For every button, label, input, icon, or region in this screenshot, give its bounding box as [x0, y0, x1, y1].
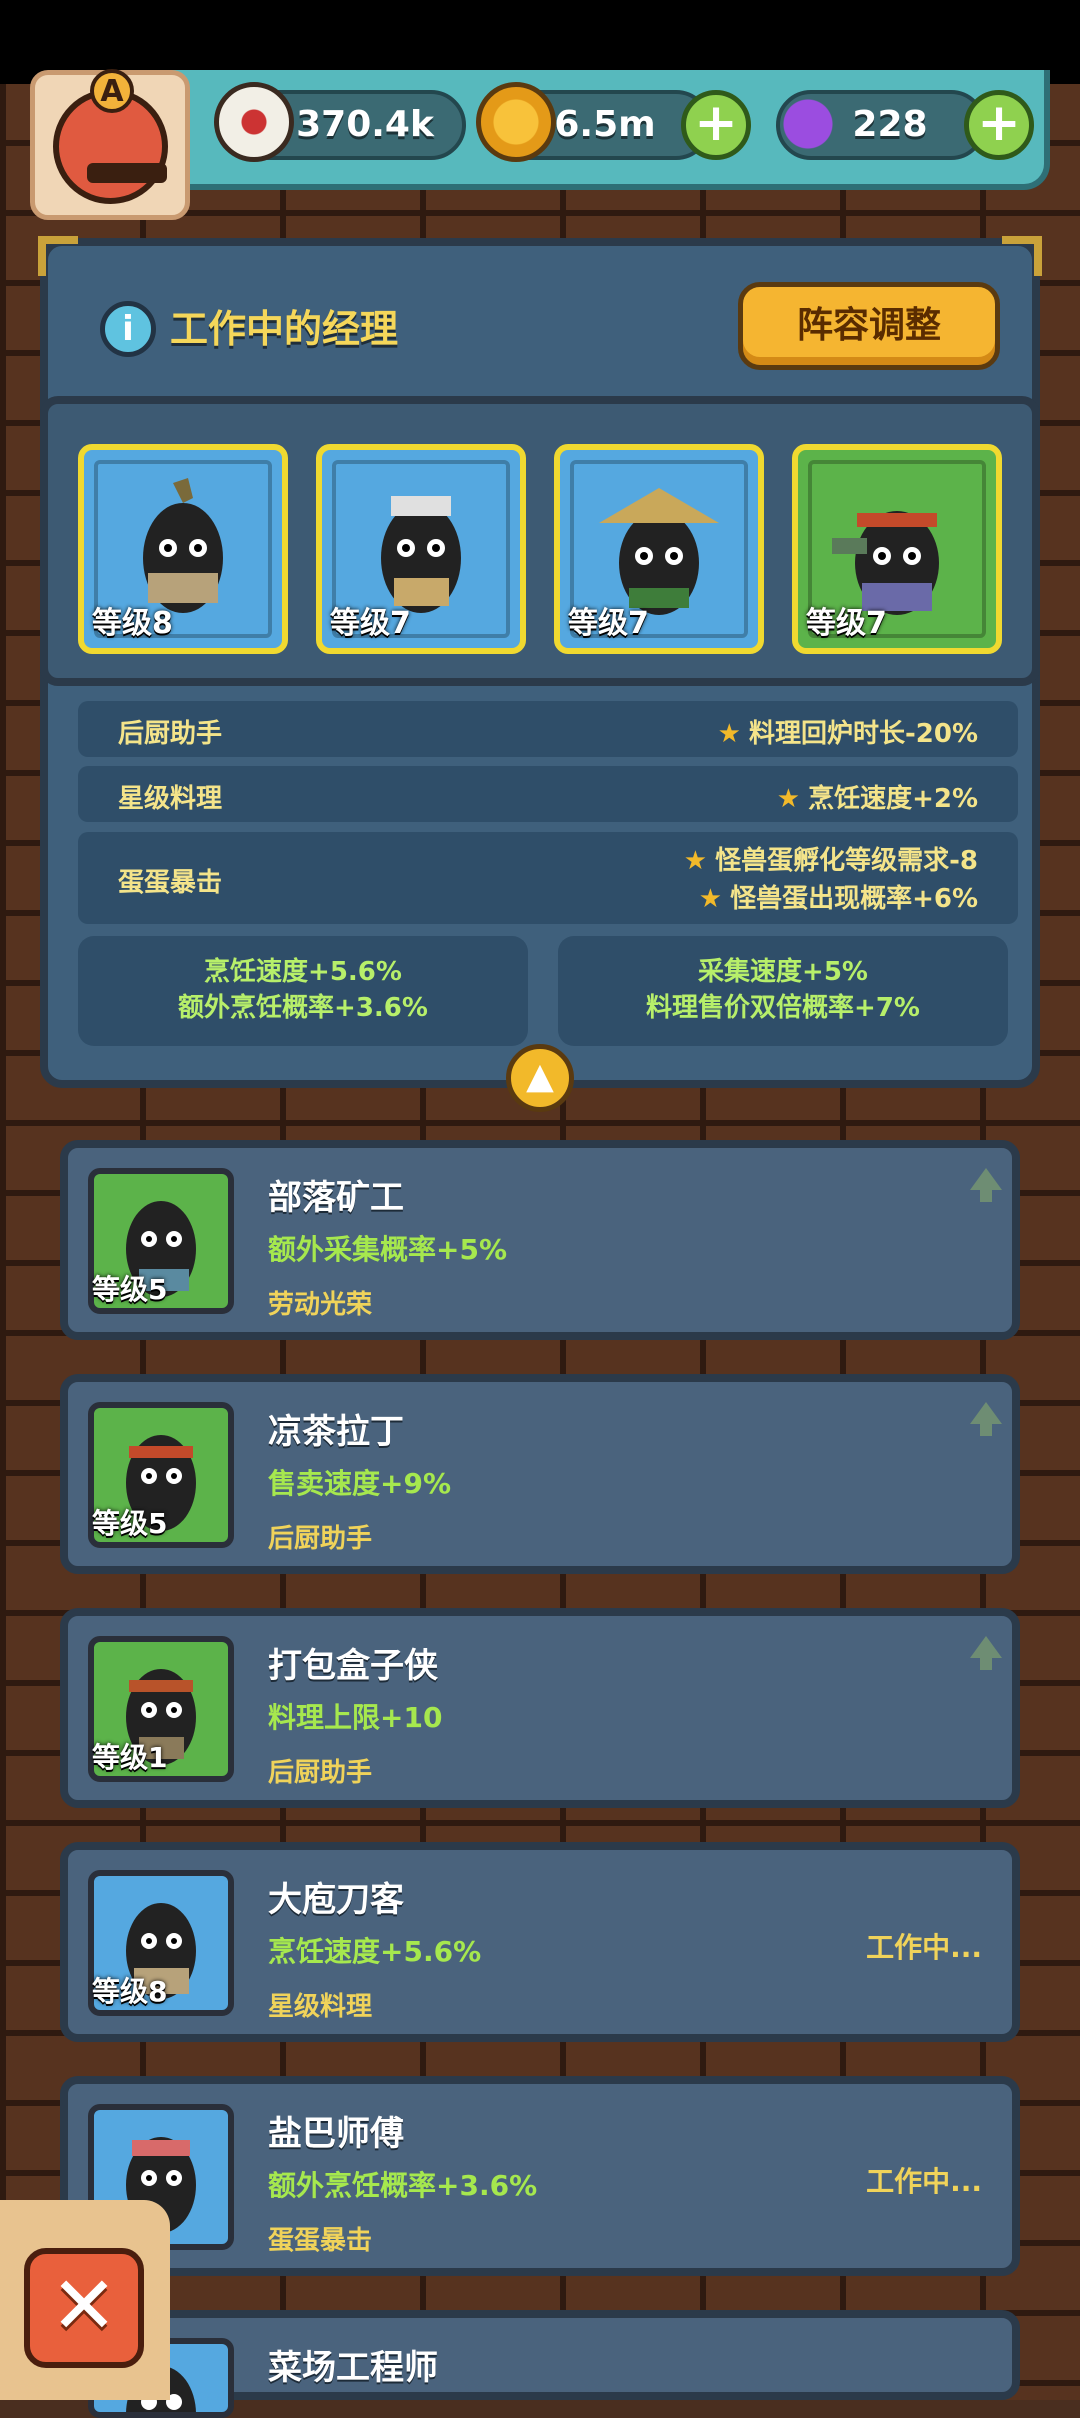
manager-level: 等级5: [92, 1507, 168, 1540]
lineup-adjust-button[interactable]: 阵容调整: [738, 282, 1000, 370]
bonus-effect-text: 烹饪速度+2%: [808, 784, 978, 814]
manager-name: 凉茶拉丁: [268, 1412, 404, 1452]
frame-corner: [38, 236, 78, 276]
manager-name: 打包盒子侠: [268, 1646, 438, 1686]
manager-level: 等级1: [92, 1741, 168, 1774]
manager-slot[interactable]: 等级8: [78, 444, 288, 654]
slot-level: 等级7: [568, 606, 649, 641]
manager-card[interactable]: 等级8 大庖刀客 烹饪速度+5.6% 星级料理 工作中...: [60, 1842, 1020, 2042]
frame-corner: [1002, 236, 1042, 276]
manager-name: 部落矿工: [268, 1178, 404, 1218]
add-coin-button[interactable]: +: [681, 90, 751, 160]
manager-card[interactable]: 盐巴师傅 额外烹饪概率+3.6% 蛋蛋暴击 工作中...: [60, 2076, 1020, 2276]
manager-card[interactable]: 等级1 打包盒子侠 料理上限+10 后厨助手: [60, 1608, 1020, 1808]
bonus-row: 后厨助手 ★ 料理回炉时长-20%: [78, 701, 1018, 757]
slot-level: 等级8: [92, 606, 173, 641]
summary-line: 料理售价双倍概率+7%: [646, 993, 920, 1023]
bonus-row: 星级料理 ★ 烹饪速度+2%: [78, 766, 1018, 822]
collapse-chevron-up-icon[interactable]: ▲: [506, 1044, 574, 1112]
star-icon: ★: [717, 719, 741, 749]
eyeball-icon: [214, 82, 294, 162]
bonus-effect: ★ 怪兽蛋出现概率+6%: [699, 878, 978, 915]
summary-line: 烹饪速度+5.6%: [204, 957, 402, 987]
upgrade-arrow-icon: [970, 1402, 1002, 1436]
bonus-name: 后厨助手: [118, 719, 223, 749]
coin-value: 6.5m: [554, 104, 656, 145]
manager-skill: 蛋蛋暴击: [268, 2226, 373, 2256]
manager-skill: 劳动光荣: [268, 1290, 373, 1320]
working-status: 工作中...: [866, 2165, 982, 2198]
close-icon[interactable]: ✕: [24, 2248, 144, 2368]
manager-skill: 后厨助手: [268, 1758, 373, 1788]
manager-effect: 额外采集概率+5%: [268, 1233, 507, 1266]
working-status: 工作中...: [866, 1931, 982, 1964]
manager-name: 盐巴师傅: [268, 2114, 404, 2154]
coin-icon: [476, 82, 556, 162]
manager-effect: 售卖速度+9%: [268, 1467, 451, 1500]
slot-level: 等级7: [330, 606, 411, 641]
manager-skill: 后厨助手: [268, 1524, 373, 1554]
bonus-row: 蛋蛋暴击 ★ 怪兽蛋孵化等级需求-8 ★ 怪兽蛋出现概率+6%: [78, 832, 1018, 924]
info-icon[interactable]: i: [100, 301, 156, 357]
working-managers-panel: i 工作中的经理 阵容调整 等级8 等级7 等级7 等级7 后厨助手 ★ 料理回…: [38, 236, 1042, 1088]
rank-badge[interactable]: A: [30, 69, 190, 220]
rank-progress-bar: [87, 163, 167, 183]
manager-card[interactable]: 菜场工程师: [60, 2310, 1020, 2418]
manager-effect: 额外烹饪概率+3.6%: [268, 2169, 538, 2202]
summary-line: 额外烹饪概率+3.6%: [178, 993, 428, 1023]
summary-line: 采集速度+5%: [698, 957, 868, 987]
summary-right: 采集速度+5% 料理售价双倍概率+7%: [558, 936, 1008, 1046]
bonus-effect-text: 怪兽蛋孵化等级需求-8: [715, 846, 978, 876]
manager-name: 大庖刀客: [268, 1880, 404, 1920]
manager-card[interactable]: 等级5 部落矿工 额外采集概率+5% 劳动光荣: [60, 1140, 1020, 1340]
upgrade-arrow-icon: [970, 1168, 1002, 1202]
manager-skill: 星级料理: [268, 1992, 373, 2022]
bonus-effect: ★ 怪兽蛋孵化等级需求-8: [684, 840, 978, 877]
manager-card[interactable]: 等级5 凉茶拉丁 售卖速度+9% 后厨助手: [60, 1374, 1020, 1574]
slot-level: 等级7: [806, 606, 887, 641]
bonus-effect-text: 怪兽蛋出现概率+6%: [730, 884, 978, 914]
upgrade-arrow-icon: [970, 1636, 1002, 1670]
manager-slots: 等级8 等级7 等级7 等级7: [40, 396, 1040, 686]
eyeball-value: 370.4k: [296, 104, 434, 145]
bonus-name: 蛋蛋暴击: [118, 868, 223, 898]
bonus-effect-text: 料理回炉时长-20%: [748, 719, 978, 749]
potion-icon: [768, 76, 848, 156]
manager-name: 菜场工程师: [268, 2348, 438, 2388]
manager-level: 等级8: [92, 1975, 168, 2008]
manager-slot[interactable]: 等级7: [792, 444, 1002, 654]
resource-bar: 370.4k 6.5m + 228 +: [150, 70, 1050, 190]
manager-slot[interactable]: 等级7: [554, 444, 764, 654]
add-potion-button[interactable]: +: [964, 90, 1034, 160]
manager-effect: 烹饪速度+5.6%: [268, 1935, 482, 1968]
manager-slot[interactable]: 等级7: [316, 444, 526, 654]
manager-level: 等级5: [92, 1273, 168, 1306]
panel-title: 工作中的经理: [170, 307, 399, 351]
close-panel: ✕: [0, 2200, 170, 2400]
star-icon: ★: [776, 784, 801, 814]
rank-letter: A: [90, 69, 134, 113]
bonus-effect: ★ 烹饪速度+2%: [777, 778, 978, 815]
star-icon: ★: [683, 846, 708, 876]
manager-effect: 料理上限+10: [268, 1701, 443, 1734]
summary-left: 烹饪速度+5.6% 额外烹饪概率+3.6%: [78, 936, 528, 1046]
star-icon: ★: [698, 884, 723, 914]
bonus-effect: ★ 料理回炉时长-20%: [718, 713, 978, 750]
bonus-name: 星级料理: [118, 784, 223, 814]
